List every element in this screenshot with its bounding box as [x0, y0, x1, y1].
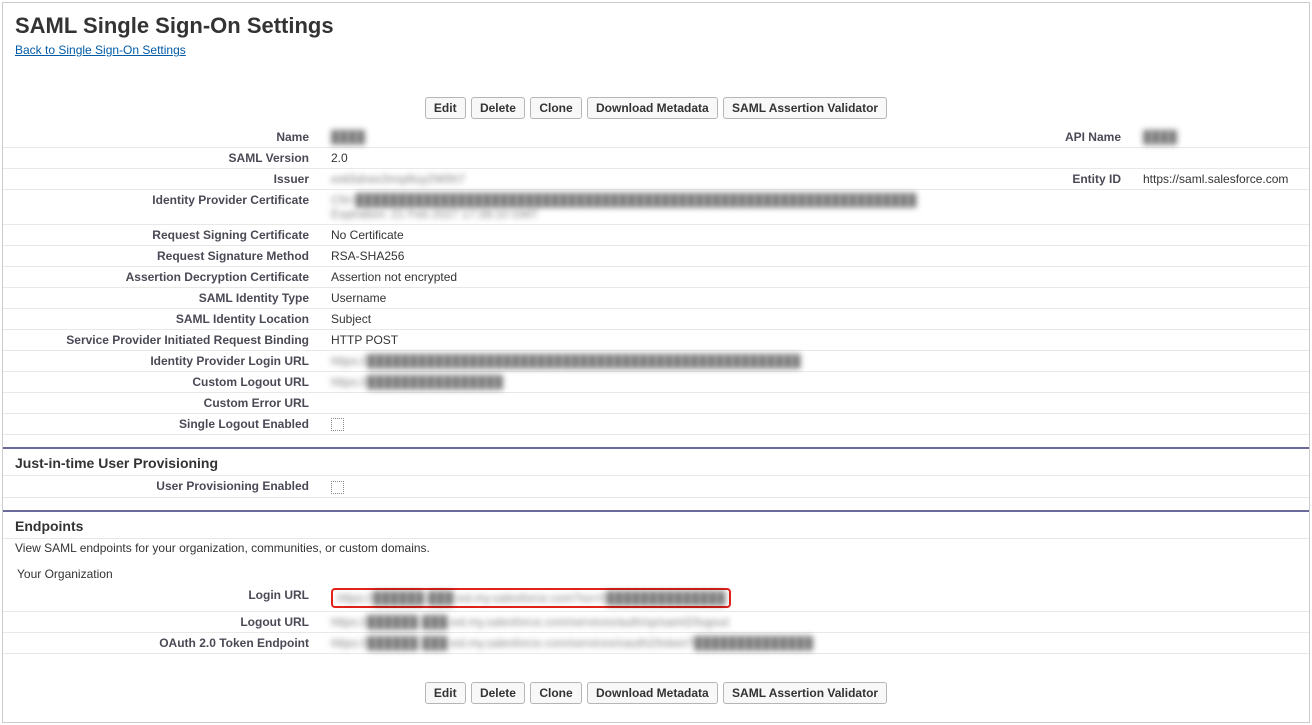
- issuer-label: Issuer: [3, 169, 325, 190]
- assertion-decrypt-value: Assertion not encrypted: [325, 267, 1015, 288]
- custom-logout-label: Custom Logout URL: [3, 372, 325, 393]
- api-name-value: ████: [1143, 130, 1177, 144]
- idp-cert-value-line2: Expiration: 21 Feb 2027 17:38:10 GMT: [331, 207, 538, 221]
- issuer-value: exk5drwx3mq4luy2W0h7: [331, 172, 465, 186]
- your-org-subhead: Your Organization: [3, 561, 1309, 585]
- saml-version-label: SAML Version: [3, 148, 325, 169]
- clone-button-bottom[interactable]: Clone: [530, 682, 581, 704]
- req-sign-cert-value: No Certificate: [325, 225, 1015, 246]
- download-metadata-button-bottom[interactable]: Download Metadata: [587, 682, 718, 704]
- custom-logout-value: https://████████████████: [331, 375, 503, 389]
- oauth-endpoint-label: OAuth 2.0 Token Endpoint: [3, 632, 325, 653]
- idp-cert-value-line1: CN=█████████████████████████████████████…: [331, 193, 916, 207]
- endpoints-description: View SAML endpoints for your organizatio…: [3, 539, 1309, 561]
- user-prov-enabled-label: User Provisioning Enabled: [3, 476, 325, 497]
- saml-validator-button-bottom[interactable]: SAML Assertion Validator: [723, 682, 887, 704]
- logout-url-label: Logout URL: [3, 611, 325, 632]
- jit-section-header: Just-in-time User Provisioning: [3, 447, 1309, 476]
- login-url-value: https://██████-███-ed.my.salesforce.com?…: [337, 591, 725, 605]
- logout-url-value: https://██████-███-ed.my.salesforce.com/…: [331, 615, 729, 629]
- identity-type-label: SAML Identity Type: [3, 288, 325, 309]
- button-row-bottom: Edit Delete Clone Download Metadata SAML…: [3, 682, 1309, 704]
- name-value: ████: [331, 130, 365, 144]
- back-link[interactable]: Back to Single Sign-On Settings: [15, 43, 186, 57]
- clone-button[interactable]: Clone: [530, 97, 581, 119]
- oauth-endpoint-value: https://██████-███-ed.my.salesforce.com/…: [331, 636, 813, 650]
- button-row-top: Edit Delete Clone Download Metadata SAML…: [3, 97, 1309, 119]
- edit-button-bottom[interactable]: Edit: [425, 682, 466, 704]
- sp-binding-label: Service Provider Initiated Request Bindi…: [3, 330, 325, 351]
- endpoints-section-header: Endpoints: [3, 510, 1309, 539]
- saml-version-value: 2.0: [325, 148, 1015, 169]
- idp-login-url-label: Identity Provider Login URL: [3, 351, 325, 372]
- req-sig-method-value: RSA-SHA256: [325, 246, 1015, 267]
- sp-binding-value: HTTP POST: [325, 330, 1015, 351]
- detail-table: Name ████ API Name ████ SAML Version 2.0…: [3, 127, 1309, 435]
- custom-error-label: Custom Error URL: [3, 393, 325, 414]
- name-label: Name: [3, 127, 325, 148]
- entity-id-value: https://saml.salesforce.com: [1137, 169, 1309, 190]
- delete-button[interactable]: Delete: [471, 97, 525, 119]
- edit-button[interactable]: Edit: [425, 97, 466, 119]
- identity-location-label: SAML Identity Location: [3, 309, 325, 330]
- page-title: SAML Single Sign-On Settings: [15, 13, 1297, 39]
- custom-error-value: [325, 393, 1015, 414]
- req-sign-cert-label: Request Signing Certificate: [3, 225, 325, 246]
- identity-type-value: Username: [325, 288, 1015, 309]
- api-name-label: API Name: [1015, 127, 1137, 148]
- login-url-label: Login URL: [3, 585, 325, 612]
- idp-cert-label: Identity Provider Certificate: [3, 190, 325, 225]
- slo-enabled-checkbox: [331, 418, 344, 431]
- login-url-highlight: https://██████-███-ed.my.salesforce.com?…: [331, 588, 731, 608]
- assertion-decrypt-label: Assertion Decryption Certificate: [3, 267, 325, 288]
- saml-validator-button[interactable]: SAML Assertion Validator: [723, 97, 887, 119]
- identity-location-value: Subject: [325, 309, 1015, 330]
- download-metadata-button[interactable]: Download Metadata: [587, 97, 718, 119]
- slo-enabled-label: Single Logout Enabled: [3, 414, 325, 435]
- req-sig-method-label: Request Signature Method: [3, 246, 325, 267]
- user-prov-enabled-checkbox: [331, 481, 344, 494]
- delete-button-bottom[interactable]: Delete: [471, 682, 525, 704]
- idp-login-url-value: https://████████████████████████████████…: [331, 354, 801, 368]
- entity-id-label: Entity ID: [1015, 169, 1137, 190]
